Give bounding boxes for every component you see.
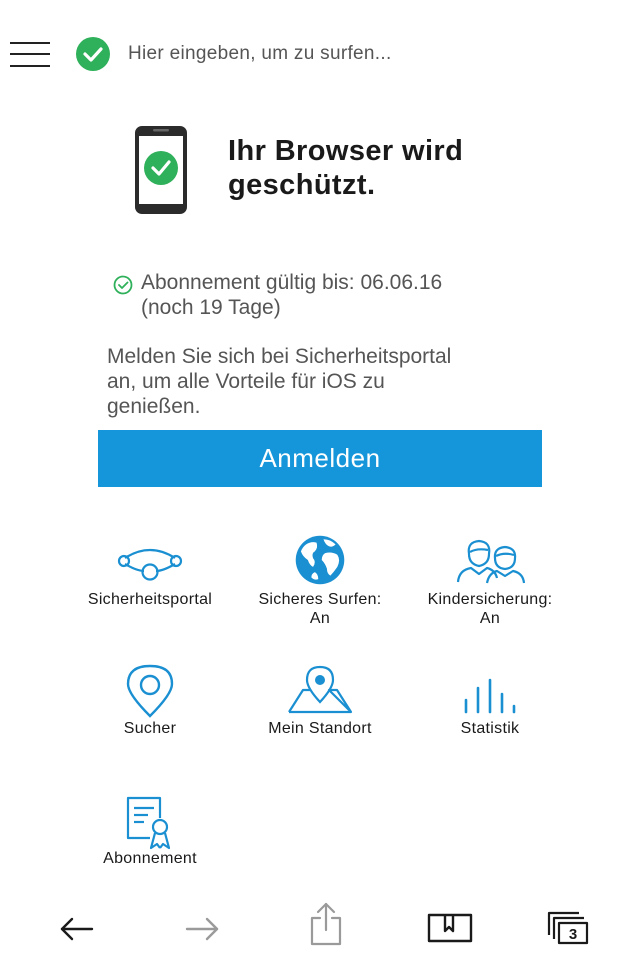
statistics-icon <box>464 678 516 714</box>
subscription-line: Abonnement gültig bis: 06.06.16 <box>141 271 443 294</box>
family-icon <box>456 539 526 584</box>
certificate-icon <box>126 796 171 850</box>
feature-label: Sicherheitsportal <box>87 591 213 608</box>
feature-label: Statistik <box>460 720 520 737</box>
security-portal-icon <box>117 548 183 581</box>
feature-label: Kindersicherung: An <box>427 591 553 627</box>
title-line: Ihr Browser wird <box>228 135 464 167</box>
info-line: an, um alle Vorteile für iOS zu <box>107 370 385 393</box>
login-button[interactable]: Anmelden <box>98 430 542 487</box>
url-input[interactable] <box>128 38 608 70</box>
title-line: geschützt. <box>228 169 376 201</box>
feature-security-portal[interactable]: Sicherheitsportal <box>60 530 240 630</box>
protection-status-title: Ihr Browser wird geschützt. <box>228 134 558 202</box>
feature-label: Sicheres Surfen: An <box>258 591 382 627</box>
subscription-line: (noch 19 Tage) <box>141 296 281 319</box>
secure-check-icon[interactable] <box>73 36 113 72</box>
menu-button[interactable] <box>10 40 52 70</box>
menu-line <box>10 65 50 67</box>
map-location-icon <box>288 665 353 714</box>
back-arrow-icon[interactable] <box>58 905 96 953</box>
subscription-status: Abonnement gültig bis: 06.06.16 (noch 19… <box>141 270 571 320</box>
protected-phone-icon <box>135 126 187 214</box>
login-info-text: Melden Sie sich bei Sicherheitsportal an… <box>107 344 547 419</box>
feature-safe-surfing[interactable]: Sicheres Surfen: An <box>230 530 410 630</box>
share-icon[interactable] <box>306 900 346 948</box>
forward-arrow-icon[interactable] <box>183 905 221 953</box>
menu-line <box>10 53 50 55</box>
tabs-icon[interactable]: 3 <box>547 905 591 953</box>
feature-my-location[interactable]: Mein Standort <box>230 660 410 740</box>
bookmarks-icon[interactable] <box>427 905 473 953</box>
feature-statistics[interactable]: Statistik <box>400 660 580 740</box>
menu-line <box>10 42 50 44</box>
globe-icon <box>295 535 345 585</box>
feature-label: Mein Standort <box>268 720 372 737</box>
tabs-count: 3 <box>569 926 577 943</box>
location-pin-icon <box>126 664 174 718</box>
feature-finder[interactable]: Sucher <box>60 660 240 740</box>
feature-label: Abonnement <box>103 850 197 867</box>
info-line: genießen. <box>107 395 201 418</box>
feature-parental-control[interactable]: Kindersicherung: An <box>400 530 580 630</box>
info-line: Melden Sie sich bei Sicherheitsportal <box>107 345 452 368</box>
feature-subscription[interactable]: Abonnement <box>60 790 240 870</box>
feature-label: Sucher <box>123 720 177 737</box>
subscription-valid-icon <box>113 275 133 295</box>
